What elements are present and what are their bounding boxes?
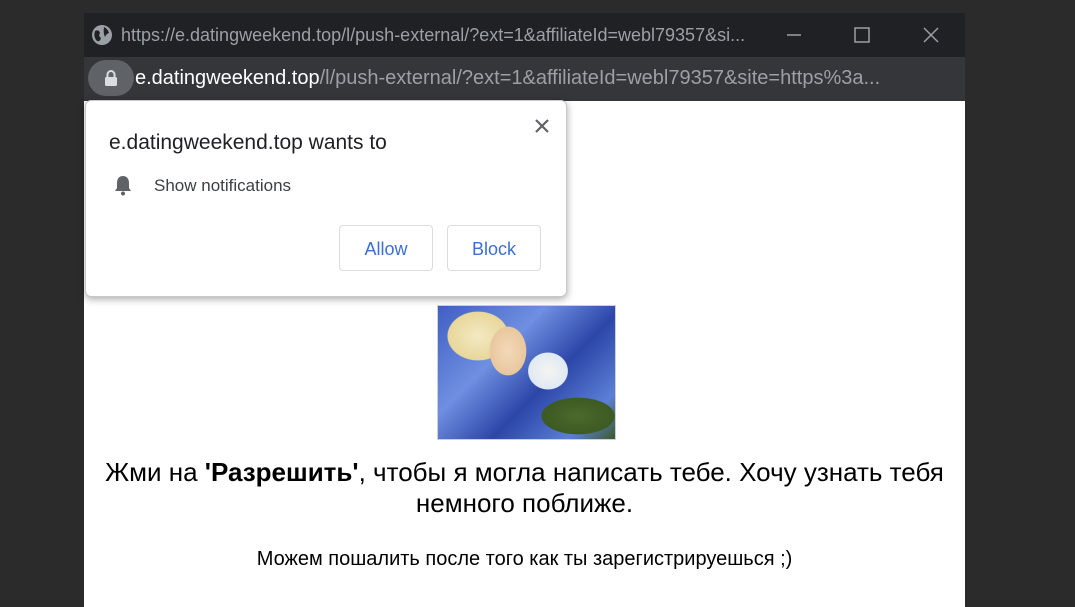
globe-icon [92, 25, 112, 45]
site-info-button[interactable] [88, 60, 134, 96]
close-icon[interactable] [919, 23, 943, 47]
main-message-start: Жми на [105, 457, 205, 487]
title-bar: https://e.datingweekend.top/l/push-exter… [84, 13, 965, 57]
popup-title: e.datingweekend.top wants to [109, 131, 387, 154]
notification-permission-popup: e.datingweekend.top wants to Show notifi… [85, 100, 567, 297]
profile-photo [437, 305, 616, 440]
main-message-end: , чтобы я могла написать тебе. Хочу узна… [358, 457, 944, 518]
bell-icon [115, 176, 131, 196]
close-icon[interactable] [531, 115, 553, 137]
block-button[interactable]: Block [447, 225, 541, 271]
allow-button[interactable]: Allow [339, 225, 433, 271]
permission-label: Show notifications [154, 176, 292, 195]
main-message: Жми на 'Разрешить', чтобы я могла написа… [104, 457, 945, 519]
address-url[interactable]: e.datingweekend.top/l/push-external/?ext… [135, 67, 955, 90]
address-host: e.datingweekend.top [135, 67, 320, 89]
address-path: /l/push-external/?ext=1&affiliateId=webl… [319, 67, 881, 89]
minimize-icon[interactable] [782, 23, 806, 47]
address-bar[interactable]: e.datingweekend.top/l/push-external/?ext… [84, 57, 965, 101]
lock-icon [105, 70, 117, 86]
main-message-bold: 'Разрешить' [204, 457, 359, 487]
title-url: https://e.datingweekend.top/l/push-exter… [121, 25, 746, 45]
maximize-icon[interactable] [850, 23, 874, 47]
sub-message: Можем пошалить после того как ты зарегис… [256, 548, 793, 570]
